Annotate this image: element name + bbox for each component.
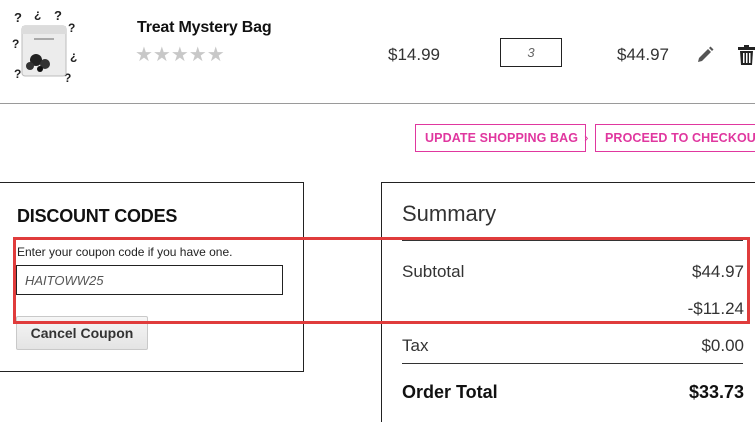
unit-price: $14.99 xyxy=(388,45,440,64)
tax-label: Tax xyxy=(402,336,429,355)
row-divider xyxy=(0,103,755,104)
svg-text:¿: ¿ xyxy=(70,49,77,63)
rating-stars: ★★★★★ xyxy=(135,44,225,66)
checkout-label: PROCEED TO CHECKOUT xyxy=(605,131,755,145)
svg-text:?: ? xyxy=(14,67,21,81)
summary-divider xyxy=(402,363,743,364)
row-subtotal: $44.97 xyxy=(617,45,669,64)
product-thumbnail[interactable]: ? ¿ ? ? ? ¿ ? ? xyxy=(12,7,78,86)
order-total-value: $33.73 xyxy=(688,382,744,402)
update-label: UPDATE SHOPPING BAG xyxy=(425,131,579,145)
svg-text:?: ? xyxy=(68,21,75,35)
svg-text:¿: ¿ xyxy=(34,8,41,21)
chevron-right-icon: › xyxy=(584,130,589,145)
pencil-icon[interactable] xyxy=(696,46,714,64)
order-total-label: Order Total xyxy=(402,382,498,402)
svg-text:?: ? xyxy=(12,37,19,51)
tax-value: $0.00 xyxy=(701,336,744,355)
trash-icon[interactable] xyxy=(738,45,755,65)
highlight-box xyxy=(13,237,750,324)
proceed-to-checkout-button[interactable]: PROCEED TO CHECKOUT› xyxy=(595,124,755,152)
update-shopping-bag-button[interactable]: UPDATE SHOPPING BAG › xyxy=(415,124,589,152)
svg-text:?: ? xyxy=(14,10,22,25)
summary-title: Summary xyxy=(402,201,497,226)
discount-title: DISCOUNT CODES xyxy=(17,206,178,226)
quantity-input[interactable] xyxy=(500,38,562,67)
product-name[interactable]: Treat Mystery Bag xyxy=(137,19,272,37)
svg-text:?: ? xyxy=(54,8,62,23)
